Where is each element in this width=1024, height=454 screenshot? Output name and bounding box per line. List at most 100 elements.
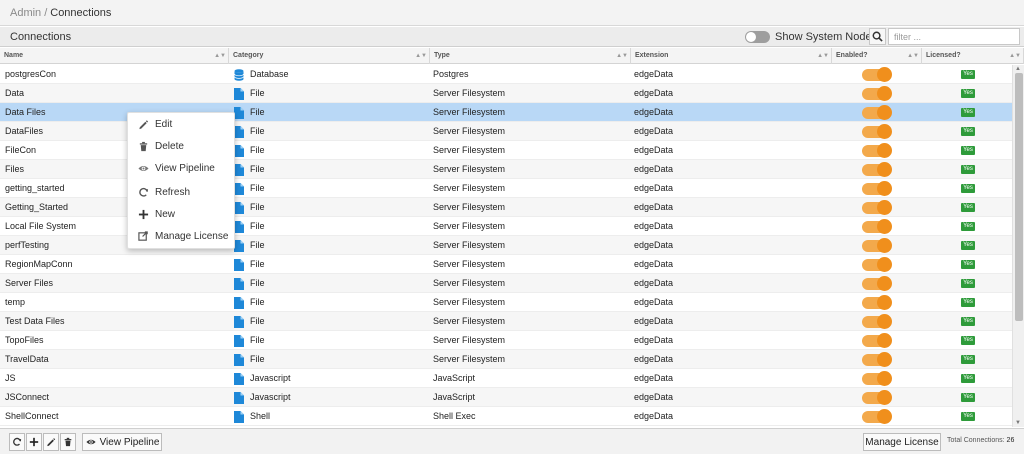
enabled-toggle[interactable]	[862, 371, 892, 386]
show-system-nodes-toggle[interactable]	[745, 31, 770, 43]
file-icon	[234, 316, 244, 328]
edit-connection-button[interactable]	[43, 433, 59, 451]
cell-type: Shell Exec	[433, 411, 476, 421]
enabled-toggle[interactable]	[862, 86, 892, 101]
breadcrumb-admin[interactable]: Admin	[10, 7, 41, 19]
enabled-toggle[interactable]	[862, 276, 892, 291]
menu-item-delete[interactable]: Delete	[128, 137, 236, 157]
enabled-toggle[interactable]	[862, 162, 892, 177]
cell-enabled	[862, 293, 892, 312]
table-row[interactable]: TravelData File Server Filesystem edgeData Y…	[0, 350, 1012, 369]
cell-name: postgresCon	[5, 69, 57, 79]
table-row[interactable]: JS Javascript JavaScript edgeData Yes	[0, 369, 1012, 388]
toggle-knob	[877, 143, 892, 158]
enabled-toggle[interactable]	[862, 105, 892, 120]
cell-type: Server Filesystem	[433, 221, 506, 231]
cell-category-label: File	[250, 202, 265, 212]
cell-extension: edgeData	[634, 69, 674, 79]
enabled-toggle[interactable]	[862, 257, 892, 272]
cell-category-label: Javascript	[250, 392, 291, 402]
refresh-button[interactable]	[9, 433, 25, 451]
enabled-toggle[interactable]	[862, 352, 892, 367]
licensed-badge: Yes	[961, 317, 975, 326]
cell-type: Server Filesystem	[433, 164, 506, 174]
menu-item-manage-license[interactable]: Manage License	[128, 227, 236, 247]
cell-type: Server Filesystem	[433, 278, 506, 288]
column-header-extension[interactable]: Extension ▲▼	[631, 48, 832, 64]
enabled-toggle[interactable]	[862, 181, 892, 196]
column-header-type[interactable]: Type ▲▼	[430, 48, 631, 64]
table-row[interactable]: Server Files File Server Filesystem edgeDat…	[0, 274, 1012, 293]
breadcrumb-separator: /	[44, 7, 48, 19]
enabled-toggle[interactable]	[862, 390, 892, 405]
total-connections: Total Connections: 26	[947, 437, 1014, 444]
menu-item-label: Refresh	[155, 187, 191, 198]
cell-licensed: Yes	[961, 312, 975, 331]
scroll-up-arrow-icon[interactable]: ▲	[1015, 66, 1021, 72]
column-header-category[interactable]: Category ▲▼	[229, 48, 430, 64]
cell-licensed: Yes	[961, 65, 975, 84]
menu-item-refresh[interactable]: Refresh	[128, 183, 236, 203]
view-pipeline-button[interactable]: View Pipeline	[82, 433, 162, 451]
cell-category: Javascript	[234, 369, 429, 388]
menu-item-view-pipeline[interactable]: View Pipeline	[128, 159, 236, 179]
cell-enabled	[862, 255, 892, 274]
search-button[interactable]	[869, 28, 886, 45]
cell-licensed: Yes	[961, 369, 975, 388]
cell-type: JavaScript	[433, 373, 476, 383]
manage-license-button[interactable]: Manage License	[863, 433, 941, 451]
cell-enabled	[862, 103, 892, 122]
menu-item-new[interactable]: New	[128, 205, 236, 225]
table-row[interactable]: ShellConnect Shell Shell Exec edgeData Yes	[0, 407, 1012, 426]
enabled-toggle[interactable]	[862, 314, 892, 329]
licensed-badge: Yes	[961, 108, 975, 117]
column-header-enabled[interactable]: Enabled? ▲▼	[832, 48, 922, 64]
menu-item-edit[interactable]: Edit	[128, 115, 236, 135]
vertical-scrollbar[interactable]: ▲ ▼	[1012, 65, 1024, 427]
cell-enabled	[862, 331, 892, 350]
cell-category-label: Javascript	[250, 373, 291, 383]
cell-name: temp	[5, 297, 26, 307]
table-row[interactable]: Test Data Files File Server Filesystem edge…	[0, 312, 1012, 331]
enabled-toggle[interactable]	[862, 219, 892, 234]
licensed-badge: Yes	[961, 412, 975, 421]
enabled-toggle[interactable]	[862, 333, 892, 348]
cell-extension: edgeData	[634, 354, 674, 364]
cell-extension: edgeData	[634, 126, 674, 136]
cell-category: Shell	[234, 407, 429, 426]
cell-name: TopoFiles	[5, 335, 44, 345]
table-row[interactable]: RegionMapConn File Server Filesystem edgeDa…	[0, 255, 1012, 274]
enabled-toggle[interactable]	[862, 124, 892, 139]
cell-category: File	[234, 331, 429, 350]
filter-input[interactable]	[888, 28, 1020, 45]
toggle-knob	[877, 105, 892, 120]
cell-licensed: Yes	[961, 274, 975, 293]
table-row[interactable]: Data File Server Filesystem edgeData Yes	[0, 84, 1012, 103]
scrollbar-thumb[interactable]	[1015, 73, 1023, 321]
cell-licensed: Yes	[961, 122, 975, 141]
table-row[interactable]: postgresCon Database Postgres edgeData Yes	[0, 65, 1012, 84]
enabled-toggle[interactable]	[862, 200, 892, 215]
add-connection-button[interactable]	[26, 433, 42, 451]
table-row[interactable]: temp File Server Filesystem edgeData Yes	[0, 293, 1012, 312]
enabled-toggle[interactable]	[862, 409, 892, 424]
cell-extension: edgeData	[634, 297, 674, 307]
licensed-badge: Yes	[961, 374, 975, 383]
pencil-icon	[139, 120, 149, 130]
show-system-nodes-label: Show System Nodes	[775, 31, 878, 43]
delete-connection-button[interactable]	[60, 433, 76, 451]
enabled-toggle[interactable]	[862, 67, 892, 82]
cell-category: File	[234, 198, 429, 217]
scroll-down-arrow-icon[interactable]: ▼	[1015, 420, 1021, 426]
cell-extension: edgeData	[634, 411, 674, 421]
column-header-name[interactable]: Name ▲▼	[0, 48, 229, 64]
enabled-toggle[interactable]	[862, 238, 892, 253]
column-header-licensed[interactable]: Licensed? ▲▼	[922, 48, 1024, 64]
enabled-toggle[interactable]	[862, 295, 892, 310]
table-row[interactable]: TopoFiles File Server Filesystem edgeData Ye…	[0, 331, 1012, 350]
table-row[interactable]: JSConnect Javascript JavaScript edgeData Yes	[0, 388, 1012, 407]
cell-enabled	[862, 65, 892, 84]
sort-icon: ▲▼	[616, 53, 628, 59]
enabled-toggle[interactable]	[862, 143, 892, 158]
licensed-badge: Yes	[961, 70, 975, 79]
